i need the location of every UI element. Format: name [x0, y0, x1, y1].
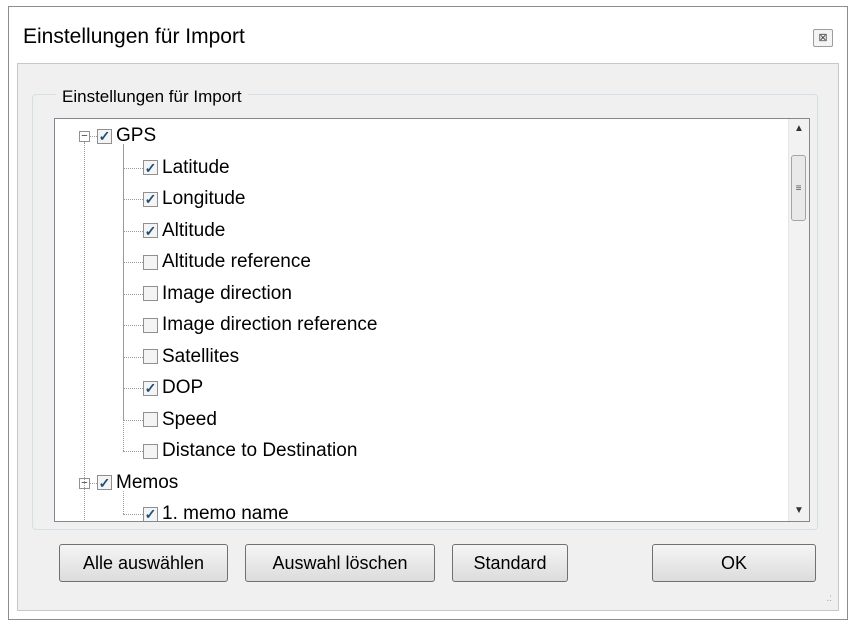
check-icon: ✓ [144, 506, 157, 522]
tree-item[interactable]: Image direction [143, 279, 292, 309]
collapse-toggle-icon[interactable]: − [79, 131, 90, 142]
tree-item[interactable]: ✓ 1. memo name [143, 499, 289, 522]
checked-checkbox[interactable]: ✓ [143, 380, 158, 396]
import-settings-tree[interactable]: ▲ ≡ ▼ ✓ GPS − ✓ Latitude ✓ Longitude ✓ Altitude A… [54, 118, 810, 522]
check-icon: ✓ [98, 128, 111, 144]
standard-button[interactable]: Standard [452, 544, 568, 582]
tree-item[interactable]: ✓ Longitude [143, 184, 245, 214]
tree-connector-line [123, 514, 143, 515]
checked-checkbox[interactable]: ✓ [143, 506, 158, 522]
tree-item-label: Memos [116, 471, 179, 493]
unchecked-checkbox[interactable] [143, 317, 158, 333]
tree-connector-line [123, 144, 124, 451]
check-icon: ✓ [98, 474, 111, 491]
title-bar: Einstellungen für Import ⊠ [9, 7, 847, 63]
tree-connector-line [123, 451, 143, 452]
scroll-down-icon[interactable]: ▼ [789, 501, 809, 521]
tree-connector-line [123, 167, 143, 169]
check-icon: ✓ [144, 380, 157, 396]
tree-connector-line [123, 199, 143, 200]
checked-checkbox[interactable]: ✓ [143, 160, 158, 175]
unchecked-checkbox[interactable] [143, 412, 158, 427]
tree-group-node[interactable]: ✓ GPS [97, 121, 156, 151]
dialog-title: Einstellungen für Import [23, 25, 245, 48]
unchecked-checkbox[interactable] [143, 286, 158, 301]
tree-item-label: Longitude [162, 188, 246, 209]
group-label: Einstellungen für Import [56, 87, 248, 107]
unchecked-checkbox[interactable] [143, 443, 158, 459]
resize-grip-icon[interactable]: .: [826, 593, 832, 604]
tree-item-label: Image direction [162, 282, 292, 304]
tree-item-label: Altitude reference [162, 251, 311, 272]
tree-item-label: Satellites [162, 345, 240, 367]
tree-connector-line [123, 262, 143, 263]
tree-connector-line [123, 356, 143, 358]
tree-item-label: Image direction reference [162, 314, 378, 335]
tree-item-label: Latitude [162, 156, 230, 178]
tree-connector-line [90, 482, 97, 484]
tree-connector-line [90, 136, 97, 137]
checked-checkbox[interactable]: ✓ [97, 128, 112, 144]
check-icon: ✓ [144, 222, 157, 239]
vertical-scrollbar[interactable]: ▲ ≡ ▼ [788, 119, 809, 521]
tree-item[interactable]: ✓ Altitude [143, 216, 225, 246]
tree-item[interactable]: ✓ DOP [143, 373, 203, 403]
tree-item-label: Distance to Destination [162, 440, 358, 461]
checked-checkbox[interactable]: ✓ [143, 223, 158, 238]
close-icon[interactable]: ⊠ [813, 29, 833, 47]
tree-connector-line [123, 388, 143, 389]
tree-root-line [84, 142, 85, 521]
clear-selection-button[interactable]: Auswahl löschen [245, 544, 435, 582]
tree-item-label: Altitude [162, 219, 226, 241]
tree-item[interactable]: Image direction reference [143, 310, 377, 340]
scroll-grip-icon: ≡ [795, 182, 802, 194]
tree-item-label: Speed [162, 408, 217, 430]
tree-connector-line [123, 325, 143, 326]
tree-item[interactable]: ✓ Latitude [143, 153, 230, 183]
scroll-up-icon[interactable]: ▲ [789, 119, 809, 139]
scroll-thumb[interactable]: ≡ [791, 155, 806, 221]
tree-item[interactable]: Speed [143, 405, 217, 435]
tree-item[interactable]: Altitude reference [143, 247, 311, 277]
tree-connector-line [123, 293, 143, 295]
tree-group-node[interactable]: ✓ Memos [97, 468, 178, 498]
checked-checkbox[interactable]: ✓ [97, 475, 112, 490]
unchecked-checkbox[interactable] [143, 349, 158, 364]
tree-item-label: DOP [162, 377, 204, 398]
ok-button[interactable]: OK [652, 544, 816, 582]
tree-connector-line [123, 230, 143, 232]
select-all-button[interactable]: Alle auswählen [59, 544, 228, 582]
tree-connector-line [123, 419, 143, 421]
tree-item[interactable]: Distance to Destination [143, 436, 357, 466]
check-icon: ✓ [144, 191, 157, 207]
check-icon: ✓ [144, 159, 157, 176]
tree-item[interactable]: Satellites [143, 342, 239, 372]
tree-item-label: 1. memo name [162, 503, 289, 522]
unchecked-checkbox[interactable] [143, 254, 158, 270]
checked-checkbox[interactable]: ✓ [143, 191, 158, 207]
tree-connector-line [123, 490, 124, 514]
